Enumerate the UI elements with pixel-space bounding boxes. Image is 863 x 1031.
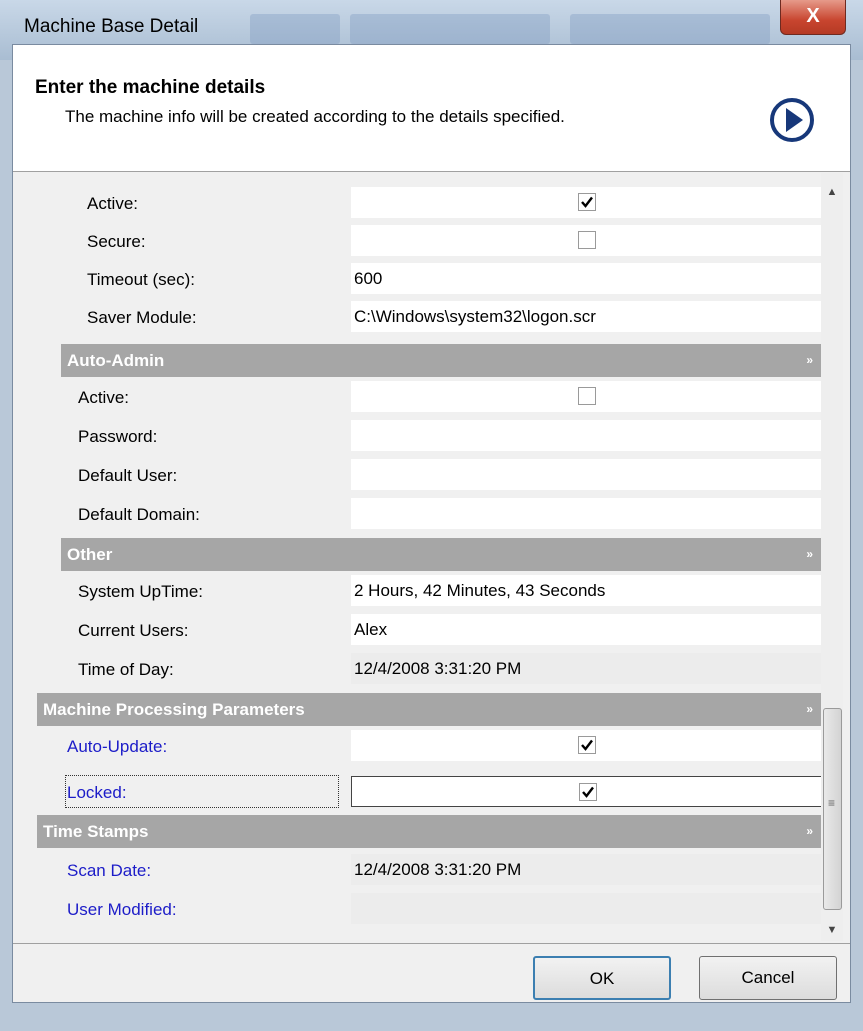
scroll-up-arrow-icon[interactable]: ▲	[821, 181, 843, 203]
row-label: Auto-Update:	[67, 737, 168, 756]
cancel-button[interactable]: Cancel	[699, 956, 837, 1000]
ok-label: OK	[589, 969, 615, 988]
default-user-field[interactable]	[351, 459, 821, 490]
page-subtitle: The machine info will be created accordi…	[65, 107, 565, 126]
row-label: System UpTime:	[78, 582, 204, 601]
scan-date-field: 12/4/2008 3:31:20 PM	[351, 854, 823, 885]
check-icon	[581, 739, 593, 751]
scroll-thumb[interactable]: ≡	[823, 708, 842, 910]
collapse-chevron-icon[interactable]: »	[806, 538, 813, 571]
wizard-header: Enter the machine details The machine in…	[13, 45, 850, 172]
scroll-down-arrow-icon[interactable]: ▼	[821, 919, 843, 941]
collapse-chevron-icon[interactable]: »	[806, 815, 813, 848]
row-label: Password:	[78, 427, 158, 446]
screensaver-secure-row: Secure:	[25, 222, 821, 260]
uptime-field[interactable]: 2 Hours, 42 Minutes, 43 Seconds	[351, 575, 821, 606]
grip-icon: ≡	[828, 796, 836, 810]
saver-module-field[interactable]: C:\Windows\system32\logon.scr	[351, 301, 821, 332]
locked-value[interactable]	[351, 776, 823, 807]
user-modified-row: User Modified:	[25, 890, 823, 928]
row-label: Time of Day:	[78, 660, 174, 679]
check-icon	[582, 786, 594, 798]
timeout-field[interactable]: 600	[351, 263, 821, 294]
page-title: Enter the machine details	[35, 77, 266, 98]
current-users-field[interactable]: Alex	[351, 614, 821, 645]
other-category[interactable]: Other »	[61, 538, 821, 571]
cancel-label: Cancel	[741, 968, 795, 987]
background-blur	[250, 14, 340, 44]
row-label: Active:	[78, 388, 130, 407]
auto-admin-active-checkbox[interactable]	[578, 387, 596, 405]
default-domain-row: Default Domain:	[25, 495, 821, 533]
row-label: Scan Date:	[67, 861, 152, 880]
close-button[interactable]: X	[780, 0, 846, 35]
category-title: Auto-Admin	[67, 351, 165, 370]
row-label: Saver Module:	[87, 308, 197, 327]
dialog-client: Enter the machine details The machine in…	[12, 44, 851, 1003]
screensaver-secure-value[interactable]	[351, 225, 821, 256]
row-label: Timeout (sec):	[87, 270, 196, 289]
screensaver-active-row: Active:	[25, 184, 821, 222]
row-label: Current Users:	[78, 621, 189, 640]
timestamps-category[interactable]: Time Stamps »	[37, 815, 821, 848]
scan-date-row: Scan Date: 12/4/2008 3:31:20 PM	[25, 851, 823, 889]
property-grid[interactable]: Active: Secure: Timeout (sec): 600 Saver…	[25, 173, 821, 765]
auto-admin-active-row: Active:	[25, 378, 821, 416]
screensaver-active-checkbox[interactable]	[578, 193, 596, 211]
time-of-day-row: Time of Day: 12/4/2008 3:31:20 PM	[25, 650, 821, 688]
auto-update-value[interactable]	[351, 730, 821, 761]
default-domain-field[interactable]	[351, 498, 821, 529]
row-label: Secure:	[87, 232, 146, 251]
background-blur	[570, 14, 770, 44]
locked-checkbox[interactable]	[579, 783, 597, 801]
footer-divider	[13, 943, 850, 944]
row-label: User Modified:	[67, 900, 177, 919]
row-label: Default User:	[78, 466, 178, 485]
background-blur	[350, 14, 550, 44]
current-users-row: Current Users: Alex	[25, 611, 821, 649]
ok-button[interactable]: OK	[533, 956, 671, 1000]
window-title: Machine Base Detail	[24, 16, 199, 37]
screensaver-secure-checkbox[interactable]	[578, 231, 596, 249]
check-icon	[581, 196, 593, 208]
focus-rectangle	[65, 775, 339, 808]
screensaver-timeout-row: Timeout (sec): 600	[25, 260, 821, 298]
vertical-scrollbar[interactable]: ▲ ≡ ▼	[821, 173, 843, 941]
auto-update-row: Auto-Update:	[25, 727, 821, 765]
auto-update-checkbox[interactable]	[578, 736, 596, 754]
next-arrow-icon	[770, 98, 814, 142]
password-row: Password:	[25, 417, 821, 455]
row-label: Active:	[87, 194, 139, 213]
category-title: Machine Processing Parameters	[43, 700, 305, 719]
category-title: Time Stamps	[43, 822, 149, 841]
processing-category[interactable]: Machine Processing Parameters »	[37, 693, 821, 726]
auto-admin-category[interactable]: Auto-Admin »	[61, 344, 821, 377]
uptime-row: System UpTime: 2 Hours, 42 Minutes, 43 S…	[25, 572, 821, 610]
collapse-chevron-icon[interactable]: »	[806, 344, 813, 377]
screensaver-active-value[interactable]	[351, 187, 821, 218]
screensaver-module-row: Saver Module: C:\Windows\system32\logon.…	[25, 298, 821, 336]
category-title: Other	[67, 545, 113, 564]
collapse-chevron-icon[interactable]: »	[806, 693, 813, 726]
password-field[interactable]	[351, 420, 821, 451]
user-modified-field	[351, 893, 823, 924]
auto-admin-active-value[interactable]	[351, 381, 821, 412]
row-label: Default Domain:	[78, 505, 200, 524]
default-user-row: Default User:	[25, 456, 821, 494]
time-of-day-field: 12/4/2008 3:31:20 PM	[351, 653, 821, 684]
